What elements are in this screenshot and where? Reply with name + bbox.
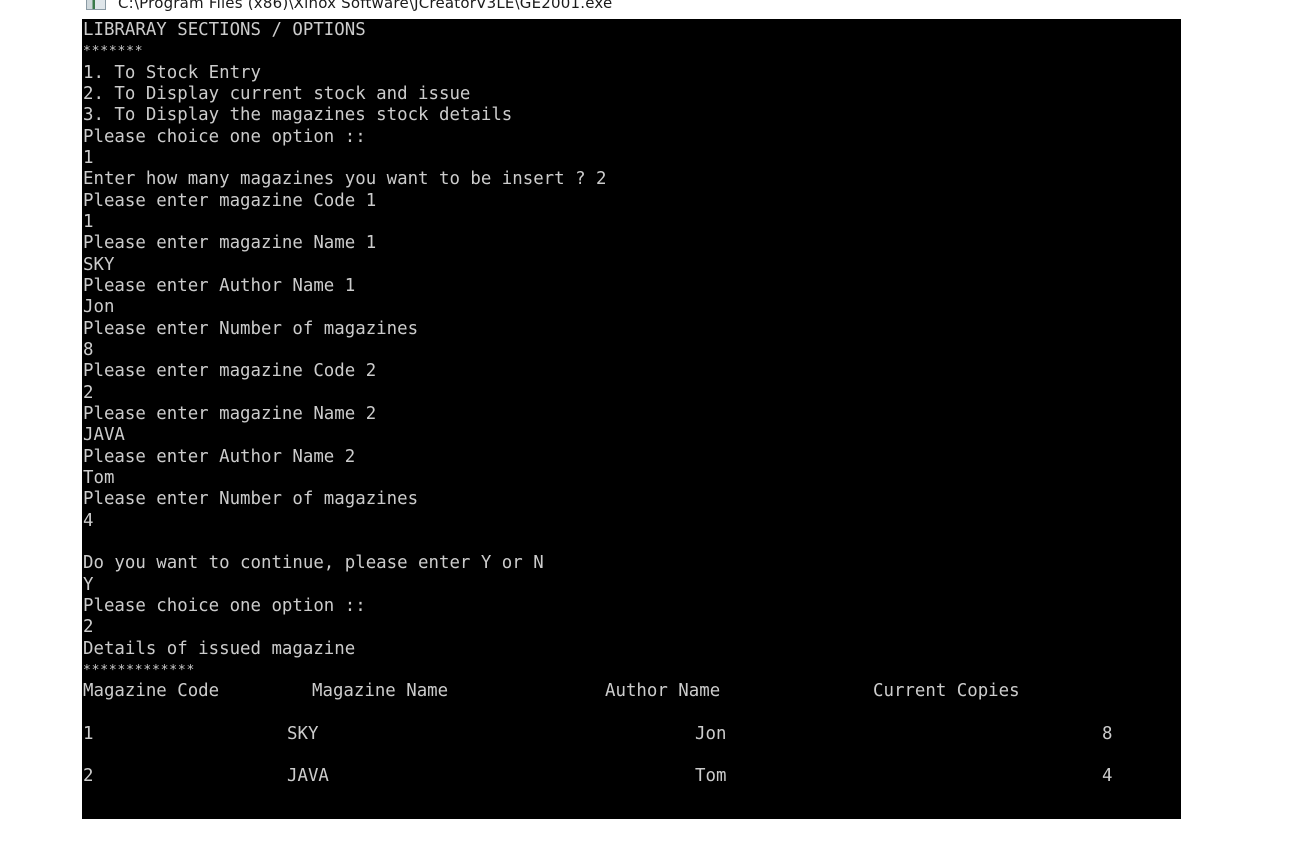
console-line: Please enter Author Name 1 <box>83 275 356 296</box>
console-output[interactable]: LIBRARAY SECTIONS / OPTIONS ******* 1. To … <box>82 19 1181 819</box>
console-line: Please choice one option :: <box>83 595 366 616</box>
console-line: 8 <box>83 339 94 360</box>
row-1-author: Jon <box>695 724 727 744</box>
console-line: Y <box>83 574 94 595</box>
console-line: SKY <box>83 254 115 275</box>
console-line: 2 <box>83 617 94 638</box>
row-2-copies: 4 <box>1102 766 1113 786</box>
window-title-bar: C:\Program Files (x86)\Xinox Software\JC… <box>82 0 1182 18</box>
console-line: Please enter magazine Name 1 <box>83 233 377 254</box>
row-1-name: SKY <box>287 724 319 744</box>
console-line: Please enter magazine Name 2 <box>83 403 377 424</box>
row-2-name: JAVA <box>287 766 329 786</box>
console-line: Please enter magazine Code 2 <box>83 361 377 382</box>
console-line: 4 <box>83 510 94 531</box>
header-author-name: Author Name <box>605 681 721 701</box>
console-app-icon <box>86 0 106 10</box>
console-line: 1 <box>83 147 94 168</box>
console-line: ************* <box>83 662 196 678</box>
console-line: Enter how many magazines you want to be … <box>83 169 607 190</box>
console-line: 3. To Display the magazines stock detail… <box>83 105 513 126</box>
header-magazine-name: Magazine Name <box>312 681 449 701</box>
row-1-code: 1 <box>83 724 94 744</box>
header-magazine-code: Magazine Code <box>83 681 220 701</box>
header-current-copies: Current Copies <box>873 681 1020 701</box>
row-2-code: 2 <box>83 766 94 786</box>
console-line: Please enter magazine Code 1 <box>83 190 377 211</box>
console-line: Do you want to continue, please enter Y … <box>83 553 544 574</box>
row-2-author: Tom <box>695 766 727 786</box>
console-line: Please enter Author Name 2 <box>83 446 356 467</box>
console-line: ******* <box>83 44 144 60</box>
console-line: Please enter Number of magazines <box>83 318 419 339</box>
console-line: 1 <box>83 211 94 232</box>
console-line: Details of issued magazine <box>83 638 356 659</box>
console-line: Tom <box>83 467 115 488</box>
console-line: LIBRARAY SECTIONS / OPTIONS <box>83 20 366 40</box>
row-1-copies: 8 <box>1102 724 1113 744</box>
console-line: Jon <box>83 297 115 318</box>
console-line: 2. To Display current stock and issue <box>83 83 471 104</box>
window-title: C:\Program Files (x86)\Xinox Software\JC… <box>118 0 613 12</box>
console-line: Please enter Number of magazines <box>83 489 419 510</box>
console-line: Please choice one option :: <box>83 126 366 147</box>
console-line: 1. To Stock Entry <box>83 62 261 83</box>
console-line: JAVA <box>83 425 125 446</box>
console-line: 2 <box>83 382 94 403</box>
